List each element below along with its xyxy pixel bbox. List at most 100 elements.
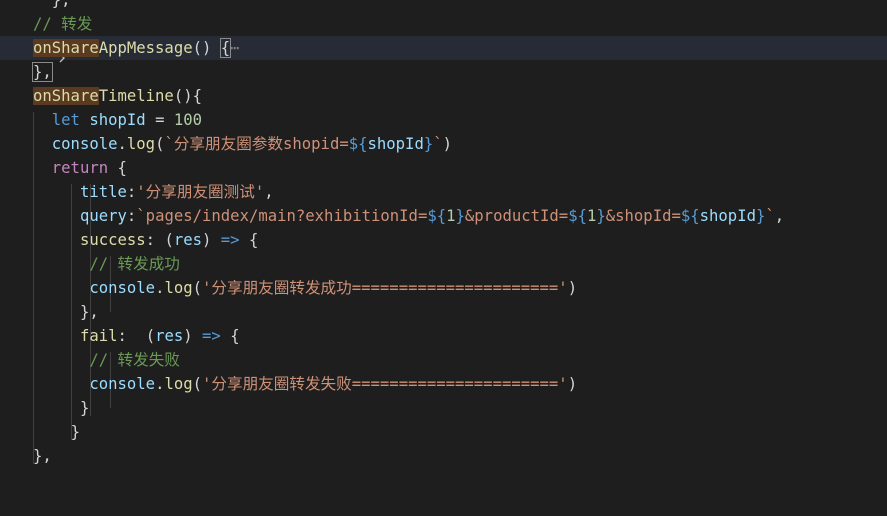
line-content: // 转发成功	[33, 252, 180, 276]
line-content: return {	[33, 156, 127, 180]
code-token: query	[79, 207, 127, 225]
code-token: (	[192, 279, 203, 297]
code-token: )	[567, 279, 578, 297]
code-token: '分享朋友圈测试'	[136, 183, 265, 201]
code-line[interactable]: title:'分享朋友圈测试',	[0, 180, 887, 204]
code-token: `分享朋友圈参数shopid=	[164, 135, 349, 153]
line-content: console.log('分享朋友圈转发失败==================…	[33, 372, 577, 396]
code-line[interactable]: }	[0, 396, 887, 420]
code-token: '分享朋友圈转发失败======================'	[202, 375, 568, 393]
code-line[interactable]: onShareAppMessage() {⋯	[0, 36, 887, 63]
code-token: shopId	[699, 207, 756, 225]
code-token: ${	[427, 207, 447, 225]
code-line[interactable]: },	[0, 300, 887, 324]
code-token: console	[89, 279, 156, 297]
code-line[interactable]: // 转发失败	[0, 348, 887, 372]
code-token: },	[33, 447, 52, 465]
code-token: }	[79, 399, 90, 417]
code-line[interactable]: },	[0, 444, 887, 468]
code-token: `pages/index/main?exhibitionId=	[136, 207, 428, 225]
code-token: fail	[79, 327, 118, 345]
code-token: ${	[680, 207, 700, 225]
line-content: },	[33, 444, 52, 468]
code-line[interactable]: }	[0, 420, 887, 444]
code-token: },	[32, 62, 53, 82]
code-token: =	[145, 111, 174, 129]
comment-text: // 转发	[33, 15, 93, 33]
code-token: return	[51, 159, 109, 177]
line-content: },	[33, 300, 99, 324]
code-token: {	[108, 159, 127, 177]
code-token: (	[145, 327, 156, 345]
folded-region-ellipsis[interactable]: ⋯	[230, 39, 239, 57]
code-line[interactable]: success: (res) => {	[0, 228, 887, 252]
code-line[interactable]: console.log('分享朋友圈转发成功==================…	[0, 276, 887, 300]
line-content: query:`pages/index/main?exhibitionId=${1…	[33, 204, 784, 228]
line-content: success: (res) => {	[33, 228, 258, 252]
code-token: shopId	[89, 111, 146, 129]
code-line[interactable]: fail: (res) => {	[0, 324, 887, 348]
code-token: =>	[202, 327, 221, 345]
code-token: }	[455, 207, 465, 225]
code-token: title	[79, 183, 127, 201]
code-token: )	[202, 231, 221, 249]
line-content: }	[33, 420, 80, 444]
code-token: {	[219, 38, 232, 58]
code-token: let	[51, 111, 80, 129]
code-token: },	[79, 303, 99, 321]
code-token: =>	[220, 231, 240, 249]
code-line[interactable]: return {	[0, 156, 887, 180]
line-content: console.log(`分享朋友圈参数shopid=${shopId}`)	[33, 132, 452, 156]
code-token: :	[117, 327, 146, 345]
code-token: res	[173, 231, 203, 249]
code-token: console	[89, 375, 156, 393]
code-token: onShare	[33, 39, 99, 57]
code-token: ,	[264, 183, 274, 201]
code-token: )	[442, 135, 453, 153]
code-token: shopId	[367, 135, 424, 153]
line-content: title:'分享朋友圈测试',	[33, 180, 274, 204]
line-content: },	[32, 60, 53, 84]
line-content: },	[33, 0, 71, 12]
code-token: &shopId=	[605, 207, 681, 225]
code-token: (){	[173, 87, 202, 105]
code-token: .	[117, 135, 127, 153]
code-line[interactable]: // 转发成功	[0, 252, 887, 276]
line-content: onShareAppMessage() {⋯	[33, 36, 240, 60]
code-token: success	[79, 231, 146, 249]
comment-text: // 转发失败	[89, 351, 180, 369]
code-token: '分享朋友圈转发成功======================'	[202, 279, 568, 297]
line-content: fail: (res) => {	[33, 324, 240, 348]
code-token: }	[423, 135, 434, 153]
code-token: (	[164, 231, 174, 249]
code-line[interactable]: let shopId = 100	[0, 108, 887, 132]
code-token: ${	[348, 135, 368, 153]
lightbulb-icon[interactable]	[16, 15, 85, 57]
code-line[interactable]: onShareTimeline(){	[0, 84, 887, 108]
code-token: {	[220, 327, 240, 345]
code-token: :	[145, 231, 165, 249]
code-token: )	[183, 327, 203, 345]
code-token: log	[164, 375, 193, 393]
code-line[interactable]: // 转发	[0, 12, 887, 57]
line-content: onShareTimeline(){	[33, 84, 202, 108]
code-line[interactable]: console.log(`分享朋友圈参数shopid=${shopId}`)	[0, 132, 887, 156]
code-token: log	[164, 279, 193, 297]
code-token: onShare	[33, 87, 99, 105]
code-token: `	[433, 135, 443, 153]
code-token: log	[126, 135, 156, 153]
code-token: &productId=	[464, 207, 569, 225]
code-token: }	[755, 207, 766, 225]
code-editor[interactable]: }, // 转发 onShareAppMessage() {⋯ }, onSha…	[0, 0, 887, 480]
line-content: // 转发失败	[33, 348, 180, 372]
code-line[interactable]: },	[0, 60, 887, 84]
chevron-right-icon[interactable]	[14, 43, 66, 63]
code-line[interactable]: console.log('分享朋友圈转发失败==================…	[0, 372, 887, 396]
code-token: `	[765, 207, 775, 225]
code-line[interactable]: },	[0, 0, 887, 12]
code-token: :	[126, 183, 137, 201]
line-content: let shopId = 100	[33, 108, 202, 132]
code-token: 1	[446, 207, 456, 225]
code-line[interactable]: query:`pages/index/main?exhibitionId=${1…	[0, 204, 887, 228]
